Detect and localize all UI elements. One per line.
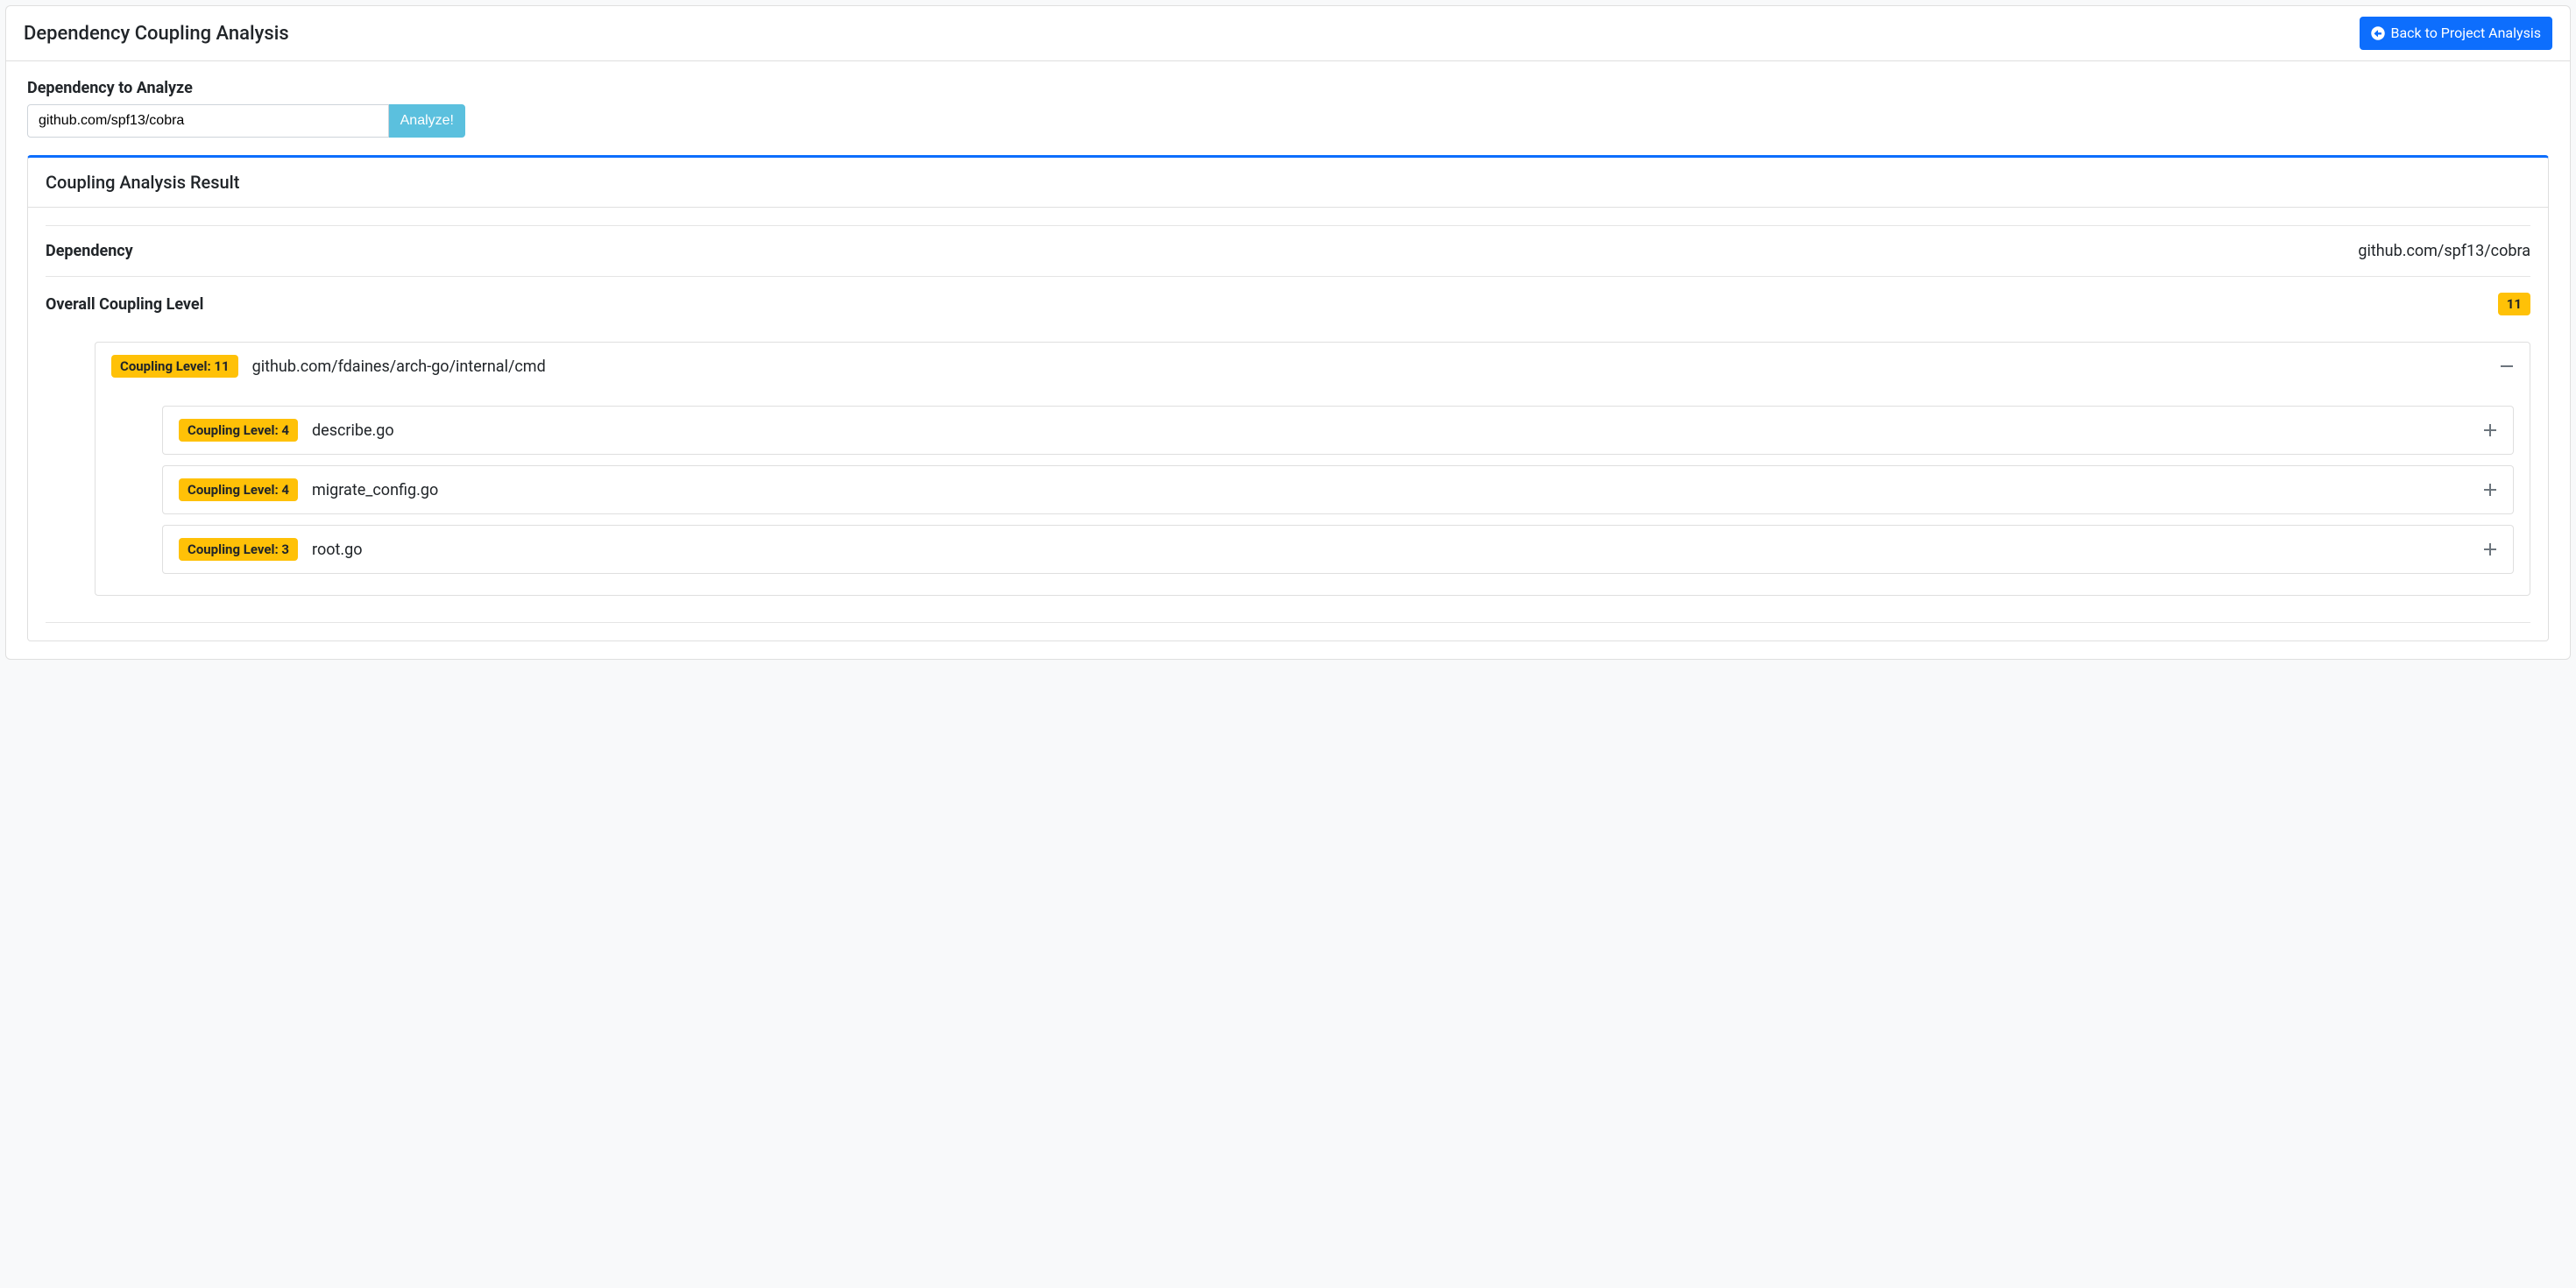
result-card: Coupling Analysis Result Dependency gith… — [27, 155, 2549, 641]
card-header: Dependency Coupling Analysis Back to Pro… — [6, 6, 2570, 61]
tree-node-file: Coupling Level: 4 describe.go — [162, 406, 2514, 455]
file-name: migrate_config.go — [312, 481, 2469, 499]
dependency-input[interactable] — [27, 104, 389, 138]
file-name: root.go — [312, 541, 2469, 559]
back-button[interactable]: Back to Project Analysis — [2360, 17, 2552, 50]
coupling-level-badge: Coupling Level: 11 — [111, 355, 238, 378]
tree-node-header[interactable]: Coupling Level: 3 root.go — [163, 526, 2513, 573]
coupling-tree: Coupling Level: 11 github.com/fdaines/ar… — [46, 331, 2530, 623]
package-path: github.com/fdaines/arch-go/internal/cmd — [252, 357, 2486, 376]
tree-node-header[interactable]: Coupling Level: 4 describe.go — [163, 407, 2513, 454]
summary-row-overall: Overall Coupling Level 11 — [46, 276, 2530, 331]
tree-node-file: Coupling Level: 3 root.go — [162, 525, 2514, 574]
dependency-input-label: Dependency to Analyze — [27, 79, 2549, 97]
tree-node-header[interactable]: Coupling Level: 4 migrate_config.go — [163, 466, 2513, 513]
plus-icon — [2483, 542, 2497, 556]
tree-node-file: Coupling Level: 4 migrate_config.go — [162, 465, 2514, 514]
analyze-button[interactable]: Analyze! — [389, 104, 465, 138]
overall-coupling-badge: 11 — [2498, 293, 2530, 315]
analyze-input-group: Analyze! — [27, 104, 465, 138]
dependency-value: github.com/spf13/cobra — [2358, 242, 2530, 260]
coupling-level-badge: Coupling Level: 3 — [179, 538, 298, 561]
overall-label: Overall Coupling Level — [46, 295, 203, 314]
card-body: Dependency to Analyze Analyze! Coupling … — [6, 61, 2570, 659]
file-name: describe.go — [312, 421, 2469, 440]
arrow-circle-left-icon — [2371, 26, 2385, 40]
summary-row-dependency: Dependency github.com/spf13/cobra — [46, 225, 2530, 276]
tree-node-children: Coupling Level: 4 describe.go Coupling L… — [96, 390, 2530, 595]
result-body: Dependency github.com/spf13/cobra Overal… — [28, 208, 2548, 640]
minus-icon — [2500, 359, 2514, 373]
plus-icon — [2483, 483, 2497, 497]
tree-node-package: Coupling Level: 11 github.com/fdaines/ar… — [95, 342, 2530, 596]
page-title: Dependency Coupling Analysis — [24, 23, 289, 45]
tree-node-header[interactable]: Coupling Level: 11 github.com/fdaines/ar… — [96, 343, 2530, 390]
plus-icon — [2483, 423, 2497, 437]
result-title: Coupling Analysis Result — [46, 172, 2530, 193]
dependency-label: Dependency — [46, 242, 133, 260]
main-card: Dependency Coupling Analysis Back to Pro… — [5, 5, 2571, 660]
result-card-header: Coupling Analysis Result — [28, 158, 2548, 208]
coupling-level-badge: Coupling Level: 4 — [179, 478, 298, 501]
back-button-label: Back to Project Analysis — [2390, 23, 2541, 44]
coupling-level-badge: Coupling Level: 4 — [179, 419, 298, 442]
